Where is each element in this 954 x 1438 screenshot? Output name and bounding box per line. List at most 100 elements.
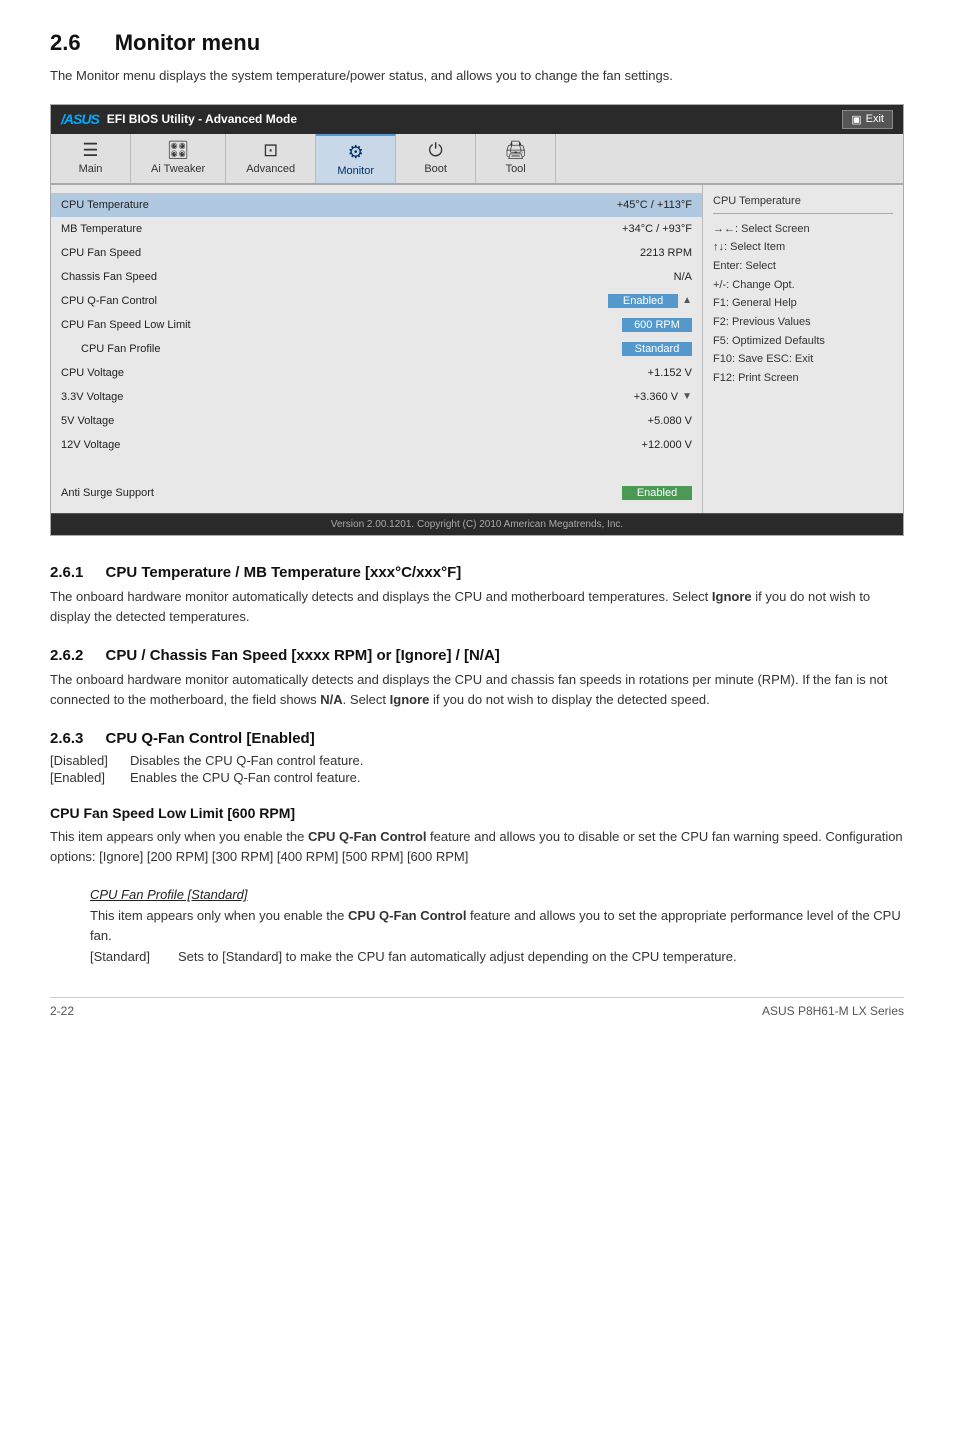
cpu-voltage-label: CPU Voltage [61,367,648,379]
cpu-voltage-value: +1.152 V [648,367,692,379]
intro-paragraph: The Monitor menu displays the system tem… [50,66,904,86]
option-enabled-tag: [Enabled] [50,770,130,785]
tab-boot[interactable]: ⏻ Boot [396,134,476,183]
section-heading: Monitor menu [115,30,260,55]
exit-icon: ▣ [851,113,861,126]
bios-row-cpu-fan[interactable]: CPU Fan Speed 2213 RPM [51,241,702,265]
bios-title: EFI BIOS Utility - Advanced Mode [107,112,297,126]
subsection-261: 2.6.1 CPU Temperature / MB Temperature [… [50,564,904,627]
5v-value: +5.080 V [648,415,692,427]
tab-advanced[interactable]: ⊡ Advanced [226,134,316,183]
standard-tag: [Standard] [90,947,170,967]
cpu-temp-value: +45°C / +113°F [617,199,692,211]
cpu-temp-label: CPU Temperature [61,199,617,211]
page-footer: 2-22 ASUS P8H61-M LX Series [50,997,904,1018]
sub-title-262: 2.6.2 CPU / Chassis Fan Speed [xxxx RPM]… [50,647,904,664]
5v-label: 5V Voltage [61,415,648,427]
option-enabled-desc: Enables the CPU Q-Fan control feature. [130,770,361,785]
cpu-fan-speed-low-limit-section: CPU Fan Speed Low Limit [600 RPM] This i… [50,805,904,867]
monitor-icon: ⚙ [348,142,364,163]
option-enabled: [Enabled] Enables the CPU Q-Fan control … [50,770,904,785]
sub-text-261: The onboard hardware monitor automatical… [50,587,904,627]
sub-title-261: 2.6.1 CPU Temperature / MB Temperature [… [50,564,904,581]
tool-icon: 🖨 [504,140,527,161]
bios-exit-button[interactable]: ▣ Exit [842,110,893,129]
bios-row-cpu-temp[interactable]: CPU Temperature +45°C / +113°F [51,193,702,217]
bios-shortcuts: →←: Select Screen ↑↓: Select Item Enter:… [713,213,893,388]
cpu-fan-profile-option-standard: [Standard] Sets to [Standard] to make th… [90,947,904,967]
bios-row-33v[interactable]: 3.3V Voltage +3.360 V ▼ [51,385,702,409]
tab-ai-tweaker-label: Ai Tweaker [151,163,205,175]
qfan-label: CPU Q-Fan Control [61,295,608,307]
bios-row-fan-profile[interactable]: CPU Fan Profile Standard [51,337,702,361]
anti-surge-value: Enabled [622,486,692,500]
option-disabled-tag: [Disabled] [50,753,130,768]
bios-row-anti-surge[interactable]: Anti Surge Support Enabled [51,481,702,505]
subsection-263: 2.6.3 CPU Q-Fan Control [Enabled] [Disab… [50,730,904,785]
fan-low-limit-value: 600 RPM [622,318,692,332]
cpu-fan-speed-low-limit-heading: CPU Fan Speed Low Limit [600 RPM] [50,805,295,821]
cpu-fan-label: CPU Fan Speed [61,247,640,259]
bios-right-panel: CPU Temperature →←: Select Screen ↑↓: Se… [703,185,903,513]
right-panel-title: CPU Temperature [713,195,893,207]
tab-tool[interactable]: 🖨 Tool [476,134,556,183]
sub-title-263: 2.6.3 CPU Q-Fan Control [Enabled] [50,730,904,747]
tab-advanced-label: Advanced [246,163,295,175]
33v-label: 3.3V Voltage [61,391,634,403]
boot-icon: ⏻ [429,140,443,161]
cpu-fan-value: 2213 RPM [640,247,692,259]
asus-logo: /ASUS [61,111,99,127]
bios-row-chassis-fan[interactable]: Chassis Fan Speed N/A [51,265,702,289]
shortcut-f2: F2: Previous Values [713,313,893,332]
subsection-262: 2.6.2 CPU / Chassis Fan Speed [xxxx RPM]… [50,647,904,710]
bios-content: CPU Temperature +45°C / +113°F MB Temper… [51,185,903,513]
page-number: 2-22 [50,1004,74,1018]
section-title: 2.6 Monitor menu [50,30,904,56]
sub-num-262: 2.6.2 [50,647,83,664]
bios-row-12v[interactable]: 12V Voltage +12.000 V [51,433,702,457]
tab-main-label: Main [79,163,103,175]
tab-tool-label: Tool [506,163,526,175]
shortcut-f1: F1: General Help [713,294,893,313]
mb-temp-label: MB Temperature [61,223,622,235]
chassis-fan-label: Chassis Fan Speed [61,271,674,283]
anti-surge-label: Anti Surge Support [61,487,622,499]
cpu-fan-profile-section: CPU Fan Profile [Standard] This item app… [50,887,904,966]
shortcut-select-screen: →←: Select Screen [713,220,893,239]
sub-heading-262: CPU / Chassis Fan Speed [xxxx RPM] or [I… [106,647,500,664]
option-disabled: [Disabled] Disables the CPU Q-Fan contro… [50,753,904,768]
mb-temp-value: +34°C / +93°F [622,223,692,235]
sub-heading-263: CPU Q-Fan Control [Enabled] [106,730,315,747]
sub-heading-261: CPU Temperature / MB Temperature [xxx°C/… [106,564,462,581]
shortcut-f12: F12: Print Screen [713,369,893,388]
shortcut-select-item: ↑↓: Select Item [713,238,893,257]
advanced-icon: ⊡ [263,140,278,161]
bios-row-fan-low-limit[interactable]: CPU Fan Speed Low Limit 600 RPM [51,313,702,337]
standard-desc: Sets to [Standard] to make the CPU fan a… [178,947,737,967]
33v-value: +3.360 V [634,391,678,403]
cpu-fan-profile-desc: This item appears only when you enable t… [90,906,904,946]
main-icon: ☰ [82,140,98,161]
shortcut-change-opt: +/-: Change Opt. [713,276,893,295]
exit-label: Exit [866,113,884,125]
tab-ai-tweaker[interactable]: 🎛 Ai Tweaker [131,134,226,183]
bios-row-5v[interactable]: 5V Voltage +5.080 V [51,409,702,433]
fan-low-limit-label: CPU Fan Speed Low Limit [61,319,622,331]
sub-num-261: 2.6.1 [50,564,83,581]
ai-tweaker-icon: 🎛 [167,140,190,161]
tab-monitor[interactable]: ⚙ Monitor [316,134,396,183]
chassis-fan-value: N/A [674,271,692,283]
shortcut-enter: Enter: Select [713,257,893,276]
bios-row-cpu-voltage[interactable]: CPU Voltage +1.152 V [51,361,702,385]
12v-label: 12V Voltage [61,439,642,451]
bios-footer: Version 2.00.1201. Copyright (C) 2010 Am… [51,513,903,535]
12v-value: +12.000 V [642,439,692,451]
bios-row-qfan[interactable]: CPU Q-Fan Control Enabled ▲ [51,289,702,313]
tab-main[interactable]: ☰ Main [51,134,131,183]
cpu-fan-profile-title: CPU Fan Profile [Standard] [90,887,904,902]
bios-nav: ☰ Main 🎛 Ai Tweaker ⊡ Advanced ⚙ Monitor… [51,134,903,185]
bios-titlebar-left: /ASUS EFI BIOS Utility - Advanced Mode [61,111,297,127]
qfan-value: Enabled [608,294,678,308]
bios-row-mb-temp[interactable]: MB Temperature +34°C / +93°F [51,217,702,241]
fan-profile-label: CPU Fan Profile [61,343,622,355]
